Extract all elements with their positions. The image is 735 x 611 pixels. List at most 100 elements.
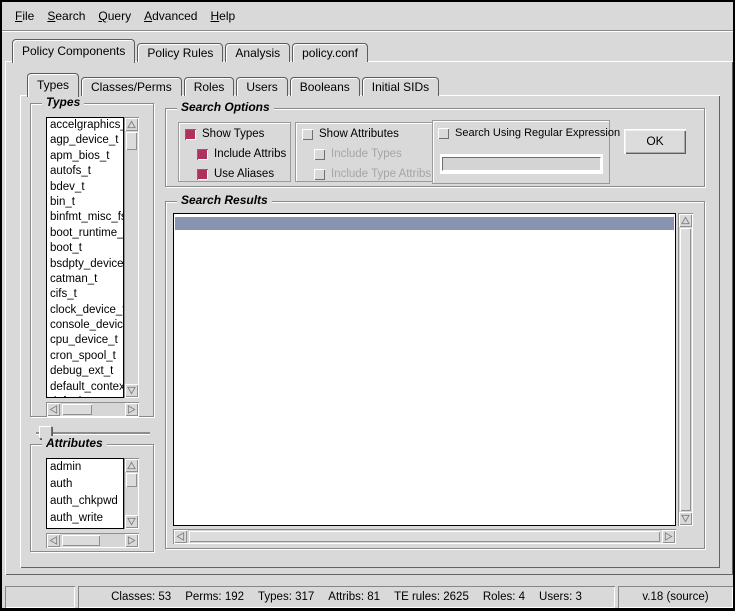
arrow-right-icon [127,405,136,414]
use-aliases-checkbox[interactable]: Use Aliases [197,168,274,180]
menu-search[interactable]: Search [47,9,85,23]
checkbox-indicator-icon[interactable] [302,129,313,140]
scroll-thumb[interactable] [126,132,137,150]
type-cron-spool-t[interactable]: cron_spool_t [47,349,123,364]
menu-query[interactable]: Query [98,9,131,23]
scroll-thumb[interactable] [189,531,660,542]
scroll-down-button[interactable] [125,384,138,397]
scroll-up-button[interactable] [679,214,692,227]
menu-advanced[interactable]: Advanced [144,9,197,23]
subtab-booleans[interactable]: Booleans [290,77,360,96]
scroll-thumb[interactable] [680,228,691,511]
include-attribs-checkbox[interactable]: Include Attribs [197,148,286,160]
include-types-checkbox[interactable]: Include Types [314,148,402,160]
scroll-down-button[interactable] [679,512,692,525]
types-listbox[interactable]: accelgraphics_eagp_device_tapm_bios_taut… [46,117,124,398]
type-debug-ext-t[interactable]: debug_ext_t [47,364,123,379]
arrow-down-icon [127,386,136,395]
arrow-up-icon [127,120,136,129]
show-types-checkbox[interactable]: Show Types [185,128,264,140]
type-default-t[interactable]: default_t [47,395,123,398]
search-results-frame: Search Results [165,201,705,549]
menu-help[interactable]: Help [210,9,235,23]
scroll-thumb[interactable] [62,404,92,415]
type-binfmt-misc-fs[interactable]: binfmt_misc_fs [47,210,123,225]
include-type-attribs-checkbox[interactable]: Include Type Attribs [314,168,431,180]
type-clock-device-t[interactable]: clock_device_t [47,303,123,318]
checkbox-label: Include Type Attribs [331,168,431,180]
regex-input[interactable] [442,157,601,171]
type-default-context[interactable]: default_context [47,380,123,395]
type-apm-bios-t[interactable]: apm_bios_t [47,149,123,164]
type-bsdpty-device[interactable]: bsdpty_device_ [47,257,123,272]
checkbox-indicator-icon[interactable] [314,149,325,160]
checkbox-indicator-icon[interactable] [185,129,196,140]
tab-policy-components[interactable]: Policy Components [12,39,135,63]
type-bdev-t[interactable]: bdev_t [47,180,123,195]
attribute-auth-chkpwd[interactable]: auth_chkpwd [47,493,123,510]
attribute-admin[interactable]: admin [47,459,123,476]
checkbox-indicator-icon[interactable] [197,149,208,160]
type-agp-device-t[interactable]: agp_device_t [47,133,123,148]
scroll-up-button[interactable] [125,118,138,131]
subtab-initial-sids[interactable]: Initial SIDs [362,77,439,96]
attribute-auth-write[interactable]: auth_write [47,510,123,527]
ok-button[interactable]: OK [624,129,686,154]
stat-perms: Perms: 192 [185,591,244,603]
attributes-frame: Attributes adminauthauth_chkpwdauth_writ… [30,444,154,552]
scroll-thumb[interactable] [126,473,137,487]
scroll-right-button[interactable] [125,403,138,416]
checkbox-indicator-icon[interactable] [438,128,449,139]
type-boot-runtime-t[interactable]: boot_runtime_t [47,226,123,241]
results-horizontal-scrollbar[interactable] [173,529,676,544]
attribute-auth[interactable]: auth [47,476,123,493]
show-types-group: Show Types Include Attribs Use Aliases [178,122,291,182]
types-vertical-scrollbar[interactable] [124,117,139,398]
subtab-users[interactable]: Users [236,77,287,96]
type-bin-t[interactable]: bin_t [47,195,123,210]
menu-file[interactable]: File [15,9,34,23]
scroll-left-button[interactable] [174,530,187,543]
subtab-types[interactable]: Types [27,73,79,97]
scroll-up-button[interactable] [125,459,138,472]
types-frame-label: Types [42,95,84,109]
scroll-left-button[interactable] [47,403,60,416]
attributes-vertical-scrollbar[interactable] [124,458,139,529]
scroll-thumb[interactable] [62,535,100,546]
type-cpu-device-t[interactable]: cpu_device_t [47,333,123,348]
search-options-label: Search Options [177,100,274,114]
tab-policy-rules[interactable]: Policy Rules [137,43,223,62]
stat-attribs: Attribs: 81 [328,591,380,603]
checkbox-indicator-icon[interactable] [314,169,325,180]
attributes-horizontal-scrollbar[interactable] [46,533,139,548]
checkbox-label: Include Types [331,148,402,160]
checkbox-label: Show Attributes [319,128,399,140]
tab-analysis[interactable]: Analysis [225,43,290,62]
type-cifs-t[interactable]: cifs_t [47,287,123,302]
attributes-frame-label: Attributes [42,436,107,450]
checkbox-label: Search Using Regular Expression [455,127,620,139]
type-accelgraphics-e[interactable]: accelgraphics_e [47,118,123,133]
search-results-textarea[interactable] [173,213,676,526]
results-vertical-scrollbar[interactable] [678,213,693,526]
type-catman-t[interactable]: catman_t [47,272,123,287]
checkbox-indicator-icon[interactable] [197,169,208,180]
type-autofs-t[interactable]: autofs_t [47,164,123,179]
arrow-left-icon [176,532,185,541]
tab-policy-conf[interactable]: policy.conf [292,43,368,62]
subtab-classes-perms[interactable]: Classes/Perms [81,77,182,96]
scroll-right-button[interactable] [662,530,675,543]
main-tab-bar: Policy ComponentsPolicy RulesAnalysispol… [12,38,370,62]
regex-checkbox[interactable]: Search Using Regular Expression [438,127,620,139]
scroll-right-button[interactable] [125,534,138,547]
type-console-device[interactable]: console_device [47,318,123,333]
checkbox-label: Include Attribs [214,148,286,160]
scroll-left-button[interactable] [47,534,60,547]
types-horizontal-scrollbar[interactable] [46,402,139,417]
show-attributes-checkbox[interactable]: Show Attributes [302,128,399,140]
type-boot-t[interactable]: boot_t [47,241,123,256]
attributes-listbox[interactable]: adminauthauth_chkpwdauth_write [46,458,124,529]
stat-classes: Classes: 53 [111,591,171,603]
scroll-down-button[interactable] [125,515,138,528]
subtab-roles[interactable]: Roles [184,77,235,96]
